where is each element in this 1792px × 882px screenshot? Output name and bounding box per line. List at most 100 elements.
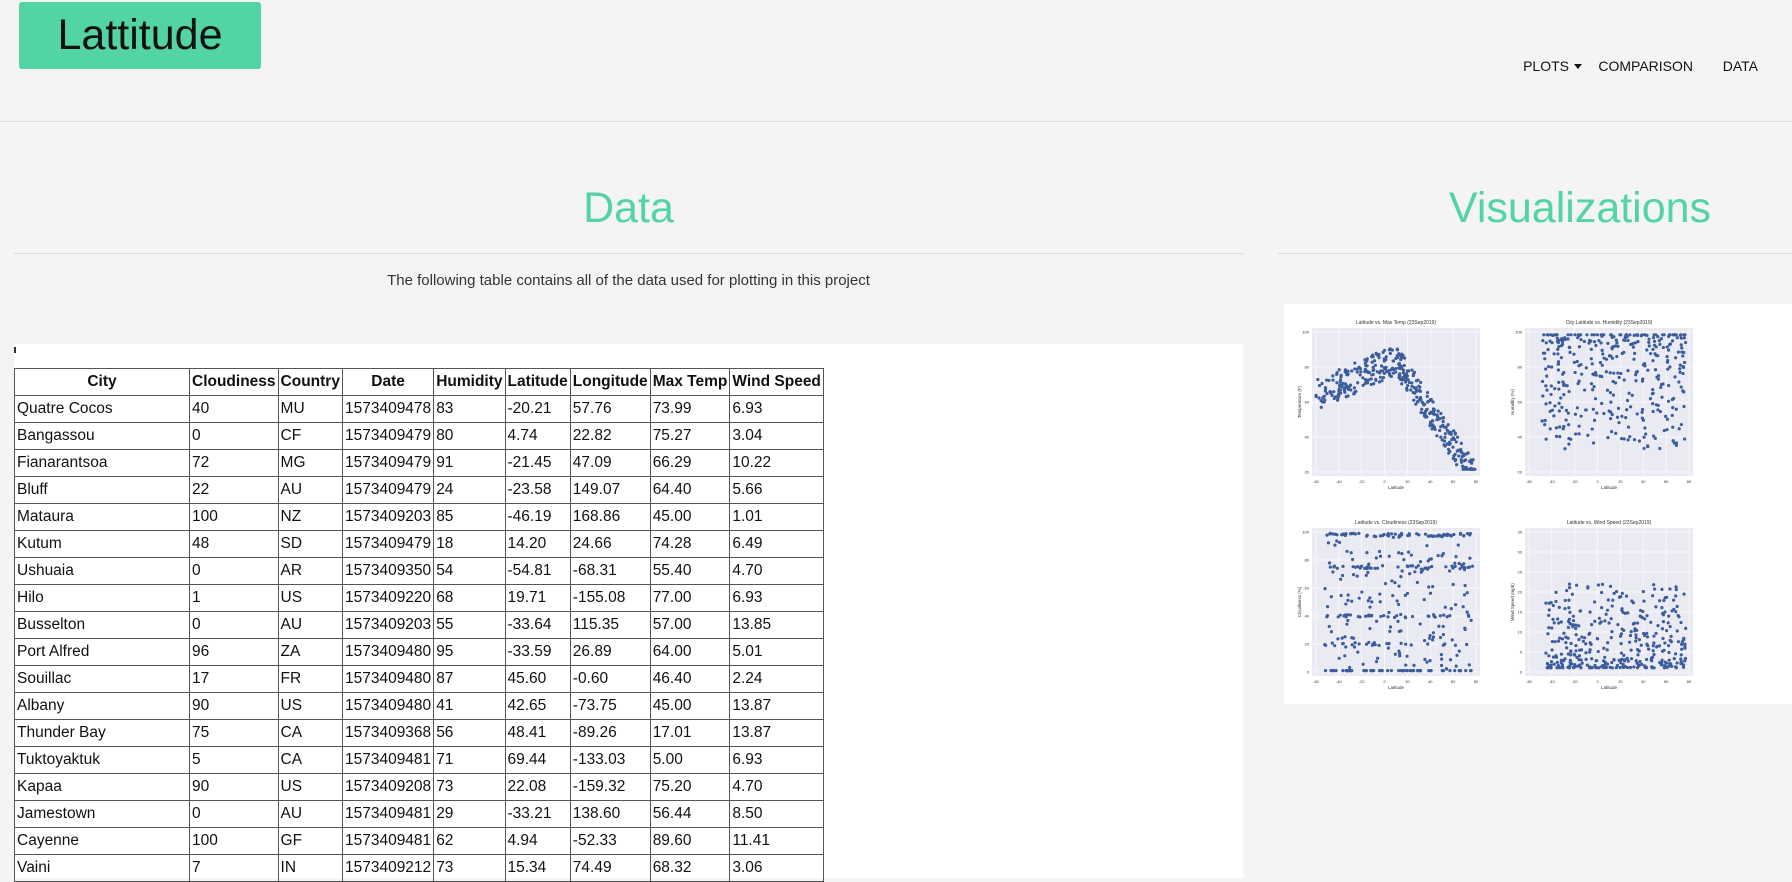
data-point (1606, 598, 1610, 602)
plot-wind-speed[interactable]: -60 -40 -20 0 20 40 60 80 35 30 25 20 15 10 5 0 Latitude… (1509, 520, 1709, 710)
data-point (1622, 378, 1626, 382)
data-point (1435, 418, 1439, 422)
data-point (1346, 598, 1350, 602)
table-cell: 87 (433, 665, 506, 693)
data-point (1566, 625, 1570, 630)
table-header-row: City Cloudiness Country Date Humidity Latitud… (14, 368, 824, 396)
x-tick-label: 40 (1641, 479, 1646, 484)
data-point (1636, 653, 1640, 657)
data-point (1608, 371, 1612, 375)
data-point (1316, 377, 1320, 382)
table-cell: 90 (189, 692, 279, 720)
data-point (1453, 561, 1457, 565)
table-cell: NZ (277, 503, 343, 531)
table-cell: 5.00 (649, 746, 731, 774)
data-point (1427, 636, 1432, 640)
data-point (1467, 663, 1471, 667)
table-cell: 100 (189, 503, 279, 531)
data-point (1672, 333, 1676, 337)
data-point (1634, 659, 1638, 663)
data-point (1467, 565, 1471, 569)
data-point (1560, 340, 1565, 344)
data-point (1651, 387, 1655, 392)
data-point (1579, 666, 1583, 670)
data-point (1600, 582, 1605, 586)
data-point (1591, 388, 1595, 392)
data-point (1331, 378, 1335, 382)
data-point (1610, 346, 1614, 350)
table-cell: 5.66 (729, 476, 824, 504)
nav-comparison-link[interactable]: COMPARISON (1598, 58, 1693, 74)
data-point (1381, 376, 1386, 380)
data-point (1568, 658, 1572, 662)
table-cell: 4.70 (729, 557, 824, 585)
data-point (1660, 649, 1665, 653)
data-point (1567, 606, 1571, 610)
data-point (1419, 570, 1423, 574)
data-point (1626, 438, 1630, 442)
data-point (1674, 585, 1678, 589)
data-point (1557, 387, 1561, 391)
plot-humidity[interactable]: -60 -40 -20 0 20 40 60 80 100 80 60 40 20 Latitude Hum… (1509, 320, 1709, 510)
data-point (1568, 350, 1572, 354)
brand-logo[interactable]: Lattitude (19, 2, 261, 69)
data-point (1548, 427, 1552, 431)
data-point (1610, 356, 1615, 360)
data-point (1449, 534, 1453, 538)
data-point (1582, 339, 1586, 344)
table-cell: 1573409480 (341, 692, 435, 720)
data-point (1552, 662, 1556, 666)
data-point (1628, 333, 1632, 337)
data-point (1470, 564, 1475, 568)
nav-plots-dropdown[interactable]: PLOTS (1523, 58, 1582, 74)
table-cell: 4.70 (729, 773, 824, 801)
data-point (1380, 564, 1385, 568)
data-point (1345, 549, 1349, 553)
data-point (1547, 613, 1551, 617)
data-point (1418, 622, 1422, 626)
data-point (1676, 640, 1681, 644)
data-point (1603, 619, 1607, 623)
data-point (1339, 593, 1343, 598)
data-point (1644, 432, 1648, 436)
data-point (1557, 621, 1561, 625)
y-tick-label: 0 (1307, 670, 1310, 675)
data-point (1549, 392, 1553, 397)
data-point (1455, 653, 1459, 657)
data-point (1397, 584, 1401, 588)
table-cell: 1573409203 (341, 503, 435, 531)
data-point (1573, 333, 1577, 337)
data-point (1550, 640, 1554, 644)
data-point (1638, 659, 1642, 664)
data-point (1609, 430, 1614, 434)
data-point (1672, 598, 1676, 602)
table-cell: 74.28 (649, 530, 731, 558)
data-point (1626, 611, 1630, 615)
data-point (1363, 614, 1368, 618)
stray-mark (14, 347, 16, 353)
data-point (1647, 337, 1651, 341)
plot-max-temp[interactable]: -60 -40 -20 0 20 40 60 80 100 80 60 40 20 Latitude Tem… (1296, 320, 1496, 510)
data-point (1597, 338, 1601, 343)
data-point (1678, 363, 1682, 367)
data-point (1640, 410, 1644, 414)
data-point (1665, 428, 1669, 432)
data-point (1341, 642, 1345, 646)
data-point (1348, 532, 1353, 536)
data-point (1589, 623, 1594, 627)
plot-cloudiness[interactable]: -60 -40 -20 0 20 40 60 80 100 80 60 40 20 0 Latitude Cl… (1296, 520, 1496, 710)
table-cell: 54 (433, 557, 506, 585)
data-point (1397, 551, 1401, 555)
table-cell: -54.81 (504, 557, 571, 585)
data-point (1457, 649, 1461, 653)
data-point (1652, 652, 1656, 657)
data-point (1545, 665, 1550, 670)
data-point (1328, 565, 1332, 569)
nav-data-link[interactable]: DATA (1723, 58, 1758, 74)
data-point (1632, 357, 1636, 361)
data-point (1401, 375, 1406, 380)
data-point (1652, 634, 1656, 638)
data-point (1360, 590, 1364, 594)
data-point (1619, 642, 1623, 646)
data-point (1585, 333, 1589, 337)
